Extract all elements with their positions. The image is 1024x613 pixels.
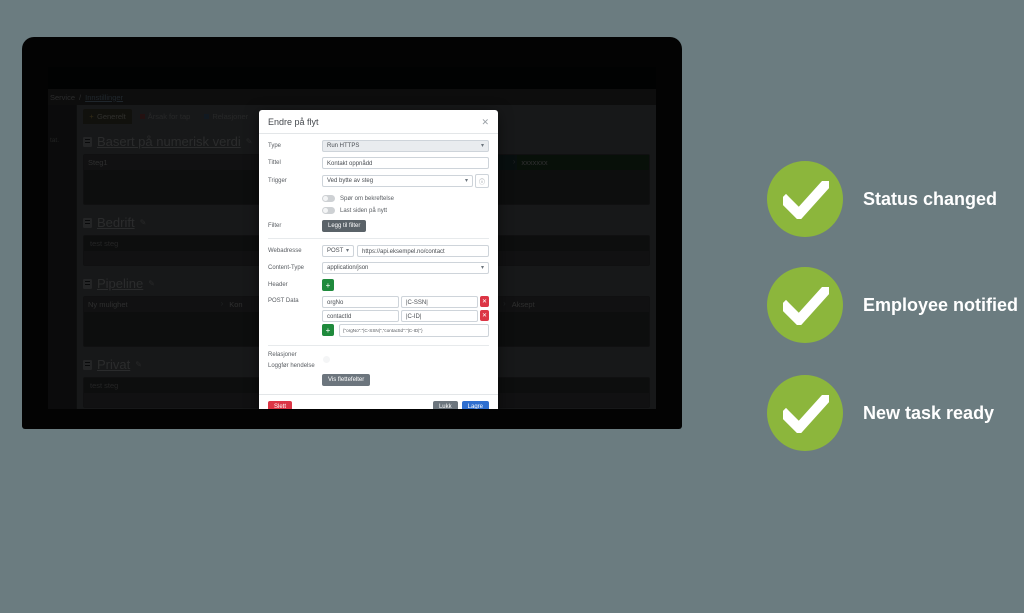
field-trigger: Trigger Ved bytte av steg ▾ ⓘ <box>268 174 489 188</box>
reload-toggle[interactable] <box>322 207 335 214</box>
divider <box>268 345 489 346</box>
webaddress-label: Webadresse <box>268 248 302 254</box>
field-filter: Filter Legg til filter <box>268 220 489 232</box>
postdata-label: POST Data <box>268 298 299 304</box>
type-select[interactable]: Run HTTPS ▾ <box>322 140 489 152</box>
show-merge-fields-button[interactable]: Vis flettefelter <box>322 374 371 386</box>
check-glyph <box>783 287 829 325</box>
field-confirm-toggle: Spør om bekreftelse <box>268 193 489 204</box>
content-type-label: Content-Type <box>268 265 305 271</box>
chevron-down-icon: ▾ <box>464 178 468 184</box>
field-content-type: Content-Type application/json ▾ <box>268 262 489 274</box>
check-icon <box>767 375 843 451</box>
postdata-key-1[interactable]: contactId <box>322 310 399 322</box>
trigger-select[interactable]: Ved bytte av steg ▾ <box>322 175 473 187</box>
check-icon <box>767 267 843 343</box>
monitor-mockup: Service / Innstillinger tat. Generelt År… <box>22 37 1018 451</box>
callout-status-changed: Status changed <box>767 161 997 237</box>
check-icon <box>767 161 843 237</box>
delete-icon[interactable]: ✕ <box>480 310 489 321</box>
field-merge: Vis flettefelter <box>268 374 489 386</box>
dialog-body: Type Run HTTPS ▾ Tittel Kontakt oppnådd <box>259 134 498 394</box>
callout-label: Status changed <box>863 188 998 209</box>
callout-label: New task ready <box>863 402 995 423</box>
header-label: Header <box>268 282 288 288</box>
http-method-value: POST <box>327 248 344 254</box>
callout-employee-notified: Employee notified <box>767 267 1018 343</box>
title-input[interactable]: Kontakt oppnådd <box>322 157 489 169</box>
plus-icon[interactable]: + <box>322 324 334 336</box>
close-button[interactable]: Lukk <box>432 401 458 409</box>
confirm-toggle[interactable] <box>322 195 335 202</box>
plus-icon[interactable]: + <box>322 279 334 291</box>
postdata-key-0[interactable]: orgNo <box>322 296 399 308</box>
dialog-footer: Slett Lukk Lagre <box>259 394 498 409</box>
check-glyph <box>783 181 829 219</box>
url-input[interactable]: https://api.eksempel.no/contact <box>357 245 489 257</box>
field-webaddress: Webadresse POST ▾ https://api.eksempel.n… <box>268 245 489 257</box>
add-filter-button[interactable]: Legg til filter <box>322 220 367 232</box>
callout-new-task-ready: New task ready <box>767 375 994 451</box>
field-log: Loggfør hendelse <box>268 363 489 369</box>
callout-panel: Status changed Employee notified New tas… <box>767 37 1024 613</box>
postdata-value-0[interactable]: |C-SSN| <box>401 296 478 308</box>
postdata-add-row: + {"orgNo":"|C-SSN|","contactId":"|C-ID|… <box>322 324 489 337</box>
chevron-down-icon: ▾ <box>480 143 484 149</box>
background-application: Service / Innstillinger tat. Generelt År… <box>48 67 656 409</box>
chevron-down-icon: ▾ <box>480 265 484 271</box>
dialog-title: Endre på flyt <box>268 117 319 127</box>
field-postdata: POST Data orgNo |C-SSN| ✕ contactId |C-I… <box>268 296 489 339</box>
title-label: Tittel <box>268 160 281 166</box>
trigger-value: Ved bytte av steg <box>327 178 374 184</box>
postdata-row: contactId |C-ID| ✕ <box>322 310 489 322</box>
relations-label: Relasjoner <box>268 352 297 358</box>
type-value: Run HTTPS <box>327 143 360 149</box>
postdata-value-1[interactable]: |C-ID| <box>401 310 478 322</box>
delete-button[interactable]: Slett <box>268 401 293 409</box>
filter-label: Filter <box>268 223 282 229</box>
postdata-preview: {"orgNo":"|C-SSN|","contactId":"|C-ID|"} <box>339 324 489 337</box>
http-method-select[interactable]: POST ▾ <box>322 245 354 257</box>
log-label: Loggfør hendelse <box>268 363 315 369</box>
info-icon[interactable]: ⓘ <box>475 174 489 188</box>
postdata-row: orgNo |C-SSN| ✕ <box>322 296 489 308</box>
monitor-screen: Service / Innstillinger tat. Generelt År… <box>48 67 656 409</box>
trigger-label: Trigger <box>268 178 287 184</box>
close-icon[interactable]: ✕ <box>481 117 489 127</box>
reload-toggle-label: Last siden på nytt <box>340 207 388 214</box>
field-reload-toggle: Last siden på nytt <box>268 205 489 216</box>
content-type-select[interactable]: application/json ▾ <box>322 262 489 274</box>
check-glyph <box>783 395 829 433</box>
field-relations: Relasjoner <box>268 352 489 358</box>
divider <box>268 238 489 239</box>
chevron-down-icon: ▾ <box>345 248 349 254</box>
content-type-value: application/json <box>327 265 369 271</box>
save-button[interactable]: Lagre <box>461 401 489 409</box>
field-type: Type Run HTTPS ▾ <box>268 140 489 152</box>
field-title: Tittel Kontakt oppnådd <box>268 157 489 169</box>
type-label: Type <box>268 143 282 149</box>
confirm-toggle-label: Spør om bekreftelse <box>340 195 395 202</box>
dialog-header: Endre på flyt ✕ <box>259 110 498 134</box>
callout-label: Employee notified <box>863 294 1019 315</box>
edit-flow-dialog: Endre på flyt ✕ Type Run HTTPS ▾ Tittel … <box>259 110 498 409</box>
delete-icon[interactable]: ✕ <box>480 296 489 307</box>
field-header: Header + <box>268 279 489 291</box>
